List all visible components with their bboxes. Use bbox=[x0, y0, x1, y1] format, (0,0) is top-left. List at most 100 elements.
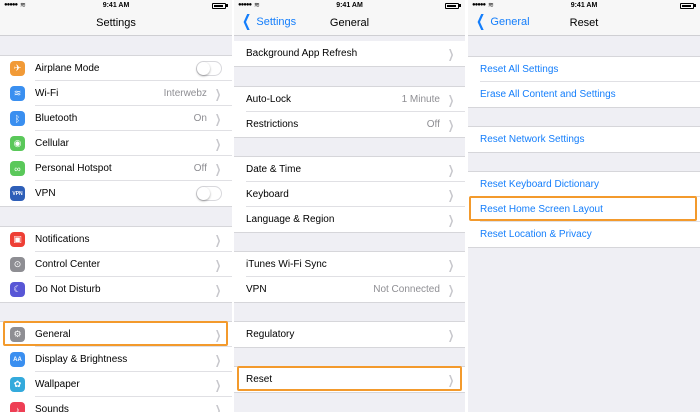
item-label: General bbox=[35, 329, 71, 340]
item-label: Reset Keyboard Dictionary bbox=[480, 179, 599, 190]
chevron-right-icon: ❯ bbox=[447, 162, 454, 177]
chevron-right-icon: ❯ bbox=[214, 232, 221, 247]
settings-item-wifi[interactable]: ≋ Wi-Fi Interwebz ❯ bbox=[0, 81, 232, 106]
general-group-reset: Reset ❯ bbox=[234, 366, 465, 393]
reset-network-settings-button[interactable]: Reset Network Settings bbox=[468, 127, 700, 152]
item-value: On bbox=[193, 113, 207, 124]
item-label: Wallpaper bbox=[35, 379, 80, 390]
item-label: Restrictions bbox=[246, 119, 299, 130]
settings-group-notifications: ▣ Notifications ❯ ⊙ Control Center ❯ ☾ D… bbox=[0, 226, 232, 303]
item-label: Reset Network Settings bbox=[480, 134, 585, 145]
item-label: Erase All Content and Settings bbox=[480, 89, 616, 100]
settings-item-vpn[interactable]: VPN VPN bbox=[0, 181, 232, 206]
settings-item-notifications[interactable]: ▣ Notifications ❯ bbox=[0, 227, 232, 252]
reset-keyboard-dictionary-button[interactable]: Reset Keyboard Dictionary bbox=[468, 172, 700, 197]
item-label: Reset Location & Privacy bbox=[480, 229, 592, 240]
item-label: Language & Region bbox=[246, 214, 335, 225]
gear-icon: ⚙ bbox=[10, 327, 25, 342]
general-item-background-app-refresh[interactable]: Background App Refresh ❯ bbox=[234, 41, 465, 66]
chevron-right-icon: ❯ bbox=[214, 282, 221, 297]
item-label: Personal Hotspot bbox=[35, 163, 112, 174]
settings-item-cellular[interactable]: ◉ Cellular ❯ bbox=[0, 131, 232, 156]
general-item-language-region[interactable]: Language & Region ❯ bbox=[234, 207, 465, 232]
reset-group-misc: Reset Keyboard Dictionary Reset Home Scr… bbox=[468, 171, 700, 248]
chevron-right-icon: ❯ bbox=[214, 352, 221, 367]
chevron-right-icon: ❯ bbox=[214, 136, 221, 151]
item-label: iTunes Wi-Fi Sync bbox=[246, 259, 327, 270]
general-item-vpn[interactable]: VPN Not Connected ❯ bbox=[234, 277, 465, 302]
chevron-right-icon: ❯ bbox=[447, 46, 454, 61]
chevron-right-icon: ❯ bbox=[214, 257, 221, 272]
settings-item-general[interactable]: ⚙ General ❯ bbox=[0, 322, 232, 347]
general-item-reset[interactable]: Reset ❯ bbox=[234, 367, 465, 392]
settings-item-bluetooth[interactable]: ᛒ Bluetooth On ❯ bbox=[0, 106, 232, 131]
general-item-date-time[interactable]: Date & Time ❯ bbox=[234, 157, 465, 182]
settings-item-display-brightness[interactable]: AA Display & Brightness ❯ bbox=[0, 347, 232, 372]
chevron-right-icon: ❯ bbox=[447, 187, 454, 202]
reset-group-all: Reset All Settings Erase All Content and… bbox=[468, 56, 700, 108]
item-label: Display & Brightness bbox=[35, 354, 128, 365]
settings-item-wallpaper[interactable]: ✿ Wallpaper ❯ bbox=[0, 372, 232, 397]
item-label: VPN bbox=[246, 284, 267, 295]
settings-item-personal-hotspot[interactable]: ∞ Personal Hotspot Off ❯ bbox=[0, 156, 232, 181]
wallpaper-icon: ✿ bbox=[10, 377, 25, 392]
status-bar: ●●●●● ≋ 9:41 AM bbox=[0, 0, 232, 12]
item-label: Reset All Settings bbox=[480, 64, 559, 75]
item-value: Off bbox=[193, 163, 207, 174]
general-item-restrictions[interactable]: Restrictions Off ❯ bbox=[234, 112, 465, 137]
chevron-right-icon: ❯ bbox=[214, 161, 221, 176]
settings-item-control-center[interactable]: ⊙ Control Center ❯ bbox=[0, 252, 232, 277]
page-title: Settings bbox=[96, 17, 136, 29]
general-item-itunes-wifi-sync[interactable]: iTunes Wi-Fi Sync ❯ bbox=[234, 252, 465, 277]
chevron-right-icon: ❯ bbox=[214, 327, 221, 342]
settings-item-sounds[interactable]: ♪ Sounds ❯ bbox=[0, 397, 232, 412]
sounds-icon: ♪ bbox=[10, 402, 25, 412]
item-label: Keyboard bbox=[246, 189, 289, 200]
item-value: 1 Minute bbox=[401, 94, 440, 105]
chevron-right-icon: ❯ bbox=[214, 402, 221, 412]
general-group-lock: Auto-Lock 1 Minute ❯ Restrictions Off ❯ bbox=[234, 86, 465, 138]
item-label: Regulatory bbox=[246, 329, 295, 340]
moon-icon: ☾ bbox=[10, 282, 25, 297]
general-item-auto-lock[interactable]: Auto-Lock 1 Minute ❯ bbox=[234, 87, 465, 112]
nav-bar: ❮ Settings General bbox=[234, 12, 465, 36]
item-label: Reset bbox=[246, 374, 273, 385]
item-label: Auto-Lock bbox=[246, 94, 292, 105]
reset-screen: ●●●●● ≋ 9:41 AM ❮ General Reset Reset Al… bbox=[468, 0, 700, 412]
status-bar: ●●●●● ≋ 9:41 AM bbox=[468, 0, 700, 12]
page-title: Reset bbox=[569, 17, 599, 29]
wifi-icon: ≋ bbox=[10, 86, 25, 101]
settings-item-airplane-mode[interactable]: ✈ Airplane Mode bbox=[0, 56, 232, 81]
item-label: Wi-Fi bbox=[35, 88, 59, 99]
battery-icon bbox=[445, 3, 459, 9]
status-time: 9:41 AM bbox=[570, 2, 598, 9]
chevron-right-icon: ❯ bbox=[214, 111, 221, 126]
vpn-toggle[interactable] bbox=[196, 186, 222, 201]
nav-bar: Settings bbox=[0, 12, 232, 36]
cellular-icon: ◉ bbox=[10, 136, 25, 151]
battery-icon bbox=[680, 3, 694, 9]
erase-all-content-button[interactable]: Erase All Content and Settings bbox=[468, 82, 700, 107]
general-item-keyboard[interactable]: Keyboard ❯ bbox=[234, 182, 465, 207]
status-time: 9:41 AM bbox=[336, 2, 363, 9]
battery-icon bbox=[212, 3, 226, 9]
item-value: Interwebz bbox=[163, 88, 207, 99]
settings-item-do-not-disturb[interactable]: ☾ Do Not Disturb ❯ bbox=[0, 277, 232, 302]
reset-home-screen-layout-button[interactable]: Reset Home Screen Layout bbox=[468, 197, 700, 222]
chevron-right-icon: ❯ bbox=[214, 377, 221, 392]
item-label: Control Center bbox=[35, 259, 101, 270]
general-item-regulatory[interactable]: Regulatory ❯ bbox=[234, 322, 465, 347]
hotspot-icon: ∞ bbox=[10, 161, 25, 176]
chevron-right-icon: ❯ bbox=[447, 257, 454, 272]
settings-group-general: ⚙ General ❯ AA Display & Brightness ❯ ✿ … bbox=[0, 321, 232, 412]
reset-location-privacy-button[interactable]: Reset Location & Privacy bbox=[468, 222, 700, 247]
item-label: Background App Refresh bbox=[246, 48, 358, 59]
bluetooth-icon: ᛒ bbox=[10, 111, 25, 126]
nav-bar: ❮ General Reset bbox=[468, 12, 700, 36]
item-label: Reset Home Screen Layout bbox=[480, 204, 603, 215]
chevron-right-icon: ❯ bbox=[214, 86, 221, 101]
chevron-right-icon: ❯ bbox=[447, 372, 454, 387]
airplane-mode-toggle[interactable] bbox=[196, 61, 222, 76]
general-group-regulatory: Regulatory ❯ bbox=[234, 321, 465, 348]
reset-all-settings-button[interactable]: Reset All Settings bbox=[468, 57, 700, 82]
